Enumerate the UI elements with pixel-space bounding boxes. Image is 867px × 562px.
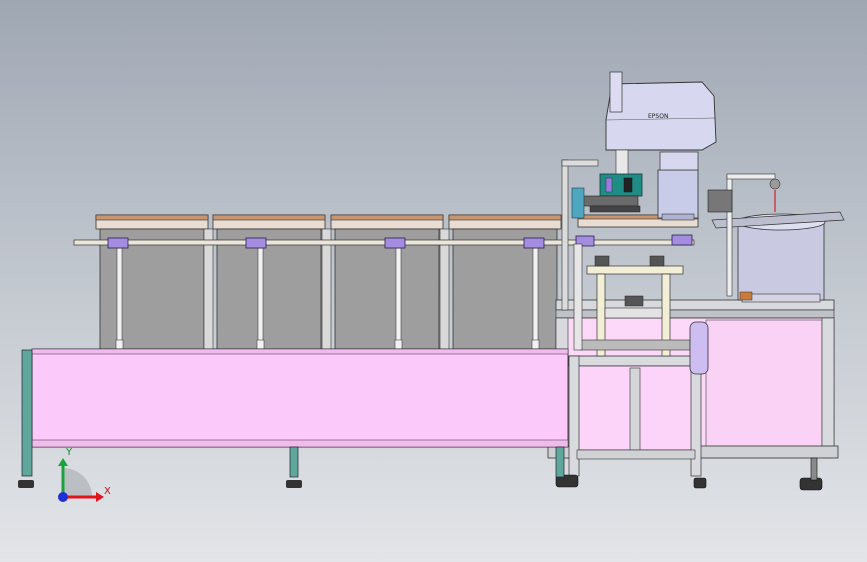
front-table-frame[interactable] xyxy=(568,355,702,477)
coordinate-triad: X Y xyxy=(58,447,111,502)
axis-x-label: X xyxy=(104,486,111,497)
tray-bin-4[interactable] xyxy=(448,214,562,352)
side-cover-plate xyxy=(689,321,709,375)
machine-assembly-drawing[interactable]: EPSON X Y xyxy=(0,0,867,562)
horizontal-rail[interactable] xyxy=(73,239,695,246)
machine-feet xyxy=(555,457,823,491)
conveyor-belt[interactable] xyxy=(31,348,569,448)
tray-bin-2[interactable] xyxy=(212,214,326,352)
tray-bin-3[interactable] xyxy=(330,214,444,352)
gripper-assembly[interactable] xyxy=(571,173,643,219)
axis-y-label: Y xyxy=(65,447,73,458)
cad-viewport[interactable]: EPSON X Y xyxy=(0,0,867,562)
robot-brand-label: EPSON xyxy=(648,113,668,120)
tray-bin-1[interactable] xyxy=(95,214,209,352)
